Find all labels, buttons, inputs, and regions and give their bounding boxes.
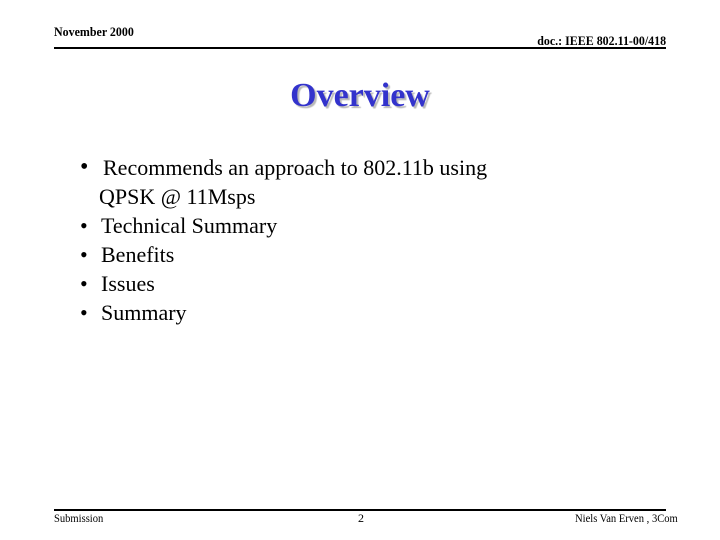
bullet-item: • Benefits [80, 240, 487, 269]
bullet-text: Issues [101, 271, 155, 296]
bullet-icon: • [80, 213, 88, 238]
slide-title: Overview [290, 77, 430, 114]
header-divider [54, 47, 666, 49]
bullet-text: Technical Summary [101, 213, 278, 238]
header-date: November 2000 [54, 24, 134, 39]
bullet-item: • Summary [80, 298, 487, 327]
bullet-icon: • [80, 271, 88, 296]
bullet-text: Benefits [101, 242, 175, 267]
bullet-item: • Recommends an approach to 802.11b usin… [80, 153, 487, 211]
bullet-icon: • [80, 300, 88, 325]
bullet-icon: • [80, 154, 89, 180]
bullet-icon: • [80, 242, 88, 267]
bullet-list: • Recommends an approach to 802.11b usin… [80, 153, 487, 327]
bullet-item: • Technical Summary [80, 211, 487, 240]
bullet-text-continued: QPSK @ 11Msps [99, 184, 256, 209]
bullet-text: Summary [101, 300, 187, 325]
footer-author: Niels Van Erven , 3Com [575, 511, 678, 525]
bullet-item: • Issues [80, 269, 487, 298]
footer-submission: Submission [54, 511, 104, 525]
page-number: 2 [358, 511, 364, 525]
bullet-text: Recommends an approach to 802.11b using [103, 155, 488, 180]
